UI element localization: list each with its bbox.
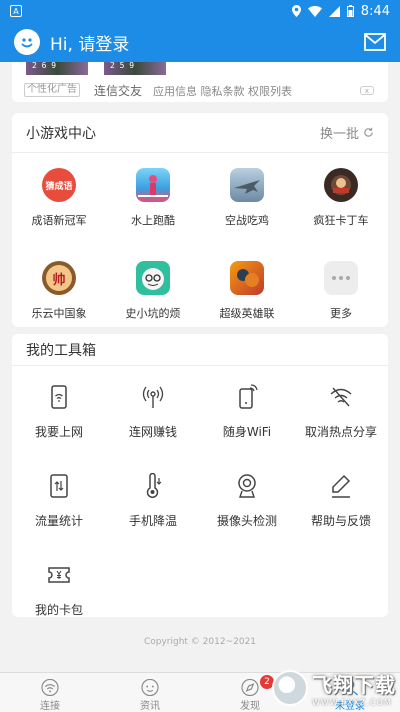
tool-item[interactable]: 流量统计 — [12, 455, 106, 544]
status-bar: A 8:44 — [0, 0, 400, 22]
cell-signal-icon — [328, 5, 340, 17]
kart-icon — [324, 168, 358, 202]
data-usage-icon — [50, 474, 68, 498]
edit-feedback-icon — [332, 474, 351, 498]
ad-tag: 个性化广告 — [24, 83, 80, 97]
phone-wifi-icon — [51, 385, 67, 409]
watermark-logo-icon — [272, 670, 308, 706]
superhero-icon — [230, 261, 264, 295]
game-center-title: 小游戏中心 — [26, 125, 96, 142]
compass-icon — [241, 679, 259, 696]
wifi-icon — [41, 679, 59, 696]
tab-connect[interactable]: 连接 — [0, 673, 100, 712]
battery-icon — [346, 5, 354, 17]
ad-banner[interactable]: 2 6 9 2 5 9 个性化广告 连信交友 应用信息 隐私条款 权限列表 x — [12, 61, 388, 102]
smiley-icon — [21, 38, 33, 48]
login-prompt[interactable]: Hi, 请登录 — [50, 30, 129, 55]
thermometer-icon — [146, 473, 162, 499]
tool-item[interactable]: 摄像头检测 — [200, 455, 294, 544]
shi-xiaokeng-icon — [136, 261, 170, 295]
ad-links[interactable]: 应用信息 隐私条款 权限列表 — [153, 83, 292, 99]
tool-item[interactable]: 帮助与反馈 — [294, 455, 388, 544]
location-icon — [291, 5, 301, 17]
wifi-signal-icon — [307, 5, 322, 17]
tool-item[interactable]: 连网赚钱 — [106, 366, 200, 455]
game-item[interactable]: 空战吃鸡 — [200, 153, 294, 246]
refresh-button[interactable]: 换一批 — [320, 123, 374, 142]
signal-tower-icon — [142, 386, 164, 408]
tool-item[interactable]: 手机降温 — [106, 455, 200, 544]
ad-image[interactable]: 2 5 9 — [104, 61, 166, 75]
camera-detect-icon — [238, 474, 256, 498]
game-item[interactable]: 超级英雄联 — [200, 246, 294, 339]
tool-item[interactable]: 我的卡包 — [12, 544, 106, 633]
tool-item[interactable]: 取消热点分享 — [294, 366, 388, 455]
game-item-more[interactable]: 更多 — [294, 246, 388, 339]
chinese-chess-icon: 帅 — [42, 261, 76, 295]
refresh-icon — [364, 127, 373, 137]
notification-icon: A — [10, 5, 22, 17]
tool-item[interactable]: 随身WiFi — [200, 366, 294, 455]
ad-title[interactable]: 连信交友 — [94, 82, 142, 99]
portable-wifi-icon — [239, 384, 258, 409]
card-wallet-icon — [48, 567, 70, 583]
game-item[interactable]: 水上跑酷 — [106, 153, 200, 246]
game-item[interactable]: 疯狂卡丁车 — [294, 153, 388, 246]
wifi-off-icon — [330, 387, 352, 407]
more-dots-icon — [324, 261, 358, 295]
news-face-icon — [141, 679, 159, 696]
toolbox-card: 我的工具箱 我要上网 连网赚钱 随身WiFi 取消热点分享 流量统计 手机降温 — [12, 334, 388, 617]
water-parkour-icon — [136, 168, 170, 202]
game-item[interactable]: 猜成语 成语新冠军 — [12, 153, 106, 246]
tab-news[interactable]: 资讯 — [100, 673, 200, 712]
ad-image[interactable]: 2 6 9 — [26, 61, 88, 75]
avatar[interactable] — [14, 29, 40, 55]
game-center-card: 小游戏中心 换一批 猜成语 成语新冠军 水上跑酷 空战吃鸡 疯狂卡丁车 帅 乐云… — [12, 113, 388, 327]
tool-item[interactable]: 我要上网 — [12, 366, 106, 455]
ad-close-button[interactable]: x — [360, 86, 374, 95]
toolbox-title: 我的工具箱 — [26, 342, 96, 359]
clock: 8:44 — [360, 3, 390, 19]
air-battle-icon — [230, 168, 264, 202]
game-item[interactable]: 史小坑的烦 — [106, 246, 200, 339]
mail-icon[interactable] — [364, 33, 386, 51]
site-watermark: 飞翔下载 WWW.FXXZ.COM — [272, 664, 400, 712]
idiom-game-icon: 猜成语 — [42, 168, 76, 202]
app-header: Hi, 请登录 — [0, 22, 400, 62]
game-item[interactable]: 帅 乐云中国象 — [12, 246, 106, 339]
copyright: Copyright © 2012~2021 — [143, 637, 257, 647]
